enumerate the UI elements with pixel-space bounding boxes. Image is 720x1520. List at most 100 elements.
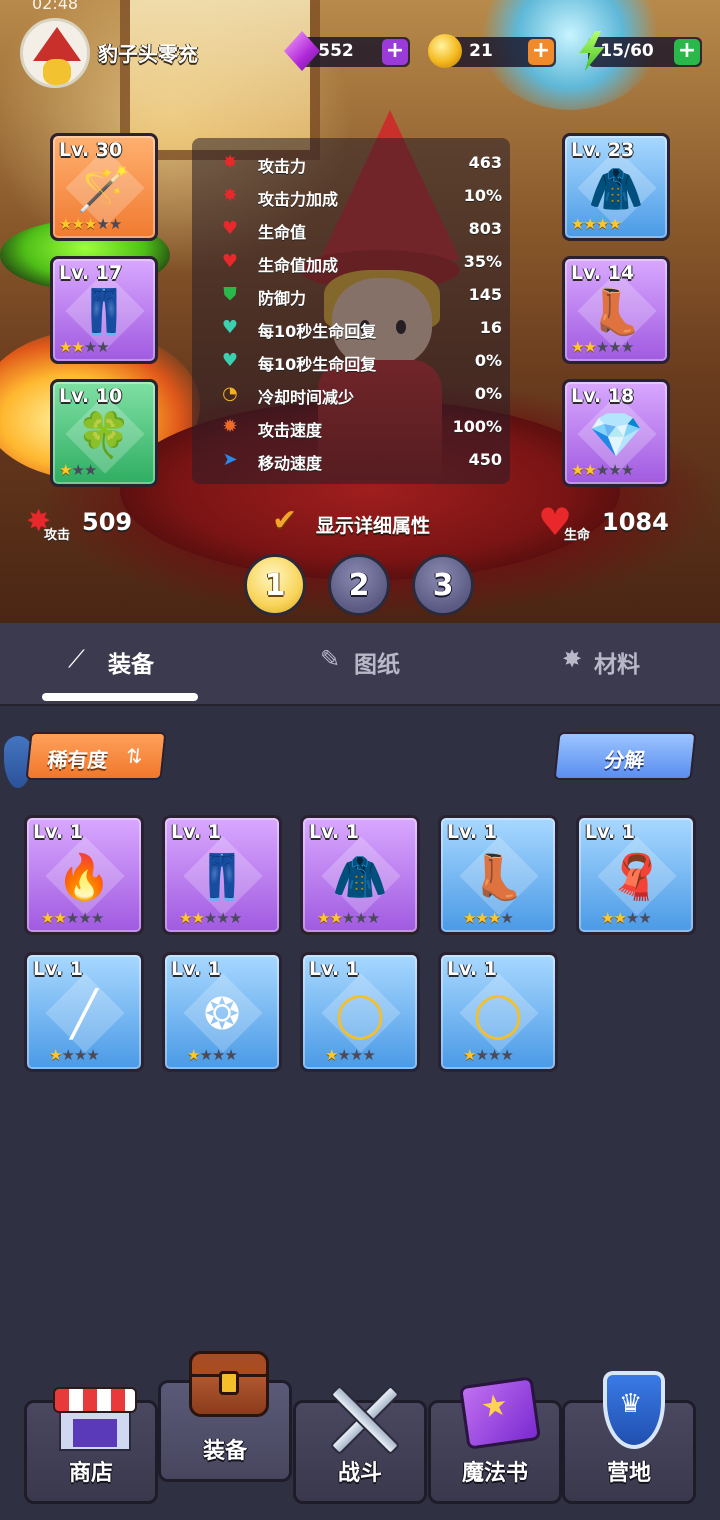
star-empty-icon: ★ bbox=[366, 909, 380, 927]
player-avatar[interactable] bbox=[20, 18, 90, 88]
bottom-nav: 商店 装备 战斗 ★ 魔法书 ♛ 营地 bbox=[0, 1340, 720, 1520]
stat-row: ♥ 每10秒生命回复 16 bbox=[192, 312, 510, 345]
add-gems-button[interactable]: + bbox=[382, 39, 408, 65]
star-filled-icon: ★ bbox=[71, 338, 84, 356]
nav-battle[interactable]: 战斗 bbox=[293, 1384, 427, 1504]
star-empty-icon: ★ bbox=[65, 909, 79, 927]
stat-row: ✸ 攻击力加成 10% bbox=[192, 180, 510, 213]
player-name: 豹子头零充 bbox=[98, 42, 198, 66]
star-empty-icon: ★ bbox=[73, 1046, 87, 1064]
loadout-page-3-button[interactable]: 3 bbox=[412, 554, 474, 616]
inventory-item[interactable]: ❂ Lv. 1 ★★★★ bbox=[162, 952, 282, 1072]
equip-slot-cape[interactable]: 🧥 Lv. 23 ★★★★ bbox=[562, 133, 670, 241]
sort-by-rarity-button[interactable]: 稀有度 ⇅ bbox=[25, 732, 167, 780]
star-rating: ★★★★★ bbox=[317, 909, 380, 927]
spear-icon: ╱ bbox=[70, 989, 98, 1040]
equip-slot-legs[interactable]: 👖 Lv. 17 ★★★★ bbox=[50, 256, 158, 364]
staff-icon: 🪄 bbox=[76, 164, 132, 215]
star-empty-icon: ★ bbox=[625, 909, 639, 927]
star-empty-icon: ★ bbox=[86, 1046, 99, 1064]
star-rating: ★★★★ bbox=[59, 338, 110, 356]
star-empty-icon: ★ bbox=[199, 1046, 212, 1064]
emblem-icon: ❂ bbox=[203, 989, 241, 1040]
star-filled-icon: ★ bbox=[487, 909, 501, 927]
stat-row: ♥ 生命值 803 bbox=[192, 213, 510, 246]
stat-row: ♥ 生命值加成 35% bbox=[192, 246, 510, 279]
star-empty-icon: ★ bbox=[211, 1046, 225, 1064]
inventory-item[interactable]: 👢 Lv. 1 ★★★★ bbox=[438, 815, 558, 935]
decompose-button[interactable]: 分解 bbox=[553, 732, 697, 780]
star-empty-icon: ★ bbox=[337, 1046, 350, 1064]
nav-spellbook[interactable]: ★ 魔法书 bbox=[428, 1376, 562, 1504]
nav-shop[interactable]: 商店 bbox=[24, 1387, 158, 1504]
star-filled-icon: ★ bbox=[191, 909, 204, 927]
star-filled-icon: ★ bbox=[583, 215, 596, 233]
stat-row: ◔ 冷却时间减少 0% bbox=[192, 378, 510, 411]
tab-blueprints[interactable]: ✎ 图纸 bbox=[318, 623, 468, 703]
inventory-item[interactable]: 👖 Lv. 1 ★★★★★ bbox=[162, 815, 282, 935]
equip-slot-gem[interactable]: 💎 Lv. 18 ★★★★★ bbox=[562, 379, 670, 487]
star-filled-icon: ★ bbox=[583, 461, 596, 479]
stat-row: ➤ 移动速度 450 bbox=[192, 444, 510, 477]
star-filled-icon: ★ bbox=[613, 909, 626, 927]
star-filled-icon: ★ bbox=[571, 215, 584, 233]
add-coins-button[interactable]: + bbox=[528, 39, 554, 65]
star-filled-icon: ★ bbox=[59, 461, 72, 479]
star-rating: ★★★★ bbox=[187, 1046, 238, 1064]
move-speed-icon: ➤ bbox=[222, 449, 238, 470]
equip-slot-weapon[interactable]: 🪄 Lv. 30 ★★★★★ bbox=[50, 133, 158, 241]
star-empty-icon: ★ bbox=[608, 461, 621, 479]
loadout-page-2-button[interactable]: 2 bbox=[328, 554, 390, 616]
inventory-item[interactable]: ╱ Lv. 1 ★★★★ bbox=[24, 952, 144, 1072]
status-time: 02:48 bbox=[32, 0, 79, 13]
tab-equipment[interactable]: ⟋ 装备 bbox=[66, 623, 216, 703]
shield-icon: ⛊ bbox=[223, 284, 237, 305]
equip-slot-boots[interactable]: 👢 Lv. 14 ★★★★★ bbox=[562, 256, 670, 364]
star-empty-icon: ★ bbox=[595, 338, 609, 356]
attack-speed-icon: ✹ bbox=[222, 416, 238, 437]
star-empty-icon: ★ bbox=[90, 909, 104, 927]
cape-icon: 🧥 bbox=[588, 164, 644, 215]
crystal-icon: 💎 bbox=[588, 410, 644, 461]
checkmark-icon: ✔ bbox=[272, 503, 298, 538]
star-empty-icon: ★ bbox=[620, 461, 634, 479]
star-filled-icon: ★ bbox=[463, 1046, 476, 1064]
bag-icon bbox=[187, 1351, 271, 1431]
inventory-item[interactable]: ◯ Lv. 1 ★★★★ bbox=[300, 952, 420, 1072]
star-filled-icon: ★ bbox=[59, 215, 72, 233]
coin-counter: 21 + bbox=[428, 34, 556, 68]
star-filled-icon: ★ bbox=[53, 909, 66, 927]
star-rating: ★★★★ bbox=[463, 909, 514, 927]
equip-slot-charm[interactable]: 🍀 Lv. 10 ★★★ bbox=[50, 379, 158, 487]
star-rating: ★★★★ bbox=[463, 1046, 514, 1064]
nav-camp[interactable]: ♛ 营地 bbox=[562, 1371, 696, 1504]
star-empty-icon: ★ bbox=[216, 909, 229, 927]
heart-icon: ♥ bbox=[221, 218, 239, 239]
inventory-item[interactable]: 🧣 Lv. 1 ★★★★ bbox=[576, 815, 696, 935]
star-filled-icon: ★ bbox=[317, 909, 330, 927]
star-filled-icon: ★ bbox=[571, 461, 584, 479]
energy-counter: 15/60 + bbox=[579, 31, 702, 71]
cooldown-icon: ◔ bbox=[222, 383, 238, 404]
inventory-item[interactable]: ◯ Lv. 1 ★★★★ bbox=[438, 952, 558, 1072]
tab-materials[interactable]: ✸ 材料 bbox=[560, 623, 710, 703]
inventory-item[interactable]: 🧥 Lv. 1 ★★★★★ bbox=[300, 815, 420, 935]
heart-bonus-icon: ♥ bbox=[221, 251, 239, 272]
ring-icon: ◯ bbox=[335, 989, 385, 1040]
add-energy-button[interactable]: + bbox=[674, 39, 700, 65]
star-empty-icon: ★ bbox=[500, 1046, 513, 1064]
star-filled-icon: ★ bbox=[583, 338, 596, 356]
star-rating: ★★★★ bbox=[325, 1046, 376, 1064]
nav-equipment[interactable]: 装备 bbox=[158, 1351, 292, 1482]
active-tab-indicator bbox=[42, 693, 198, 701]
clover-icon: 🍀 bbox=[76, 410, 132, 461]
inventory-item[interactable]: 🔥 Lv. 1 ★★★★★ bbox=[24, 815, 144, 935]
swords-icon bbox=[322, 1377, 406, 1456]
stats-panel: ✸ 攻击力 463 ✸ 攻击力加成 10% ♥ 生命值 803 ♥ 生命值加成 … bbox=[192, 138, 510, 484]
star-empty-icon: ★ bbox=[349, 1046, 363, 1064]
pants-icon: 👖 bbox=[76, 287, 132, 338]
star-filled-icon: ★ bbox=[41, 909, 54, 927]
spellbook-icon: ★ bbox=[457, 1376, 542, 1451]
stat-row: ✹ 攻击速度 100% bbox=[192, 411, 510, 444]
loadout-page-1-button[interactable]: 1 bbox=[244, 554, 306, 616]
